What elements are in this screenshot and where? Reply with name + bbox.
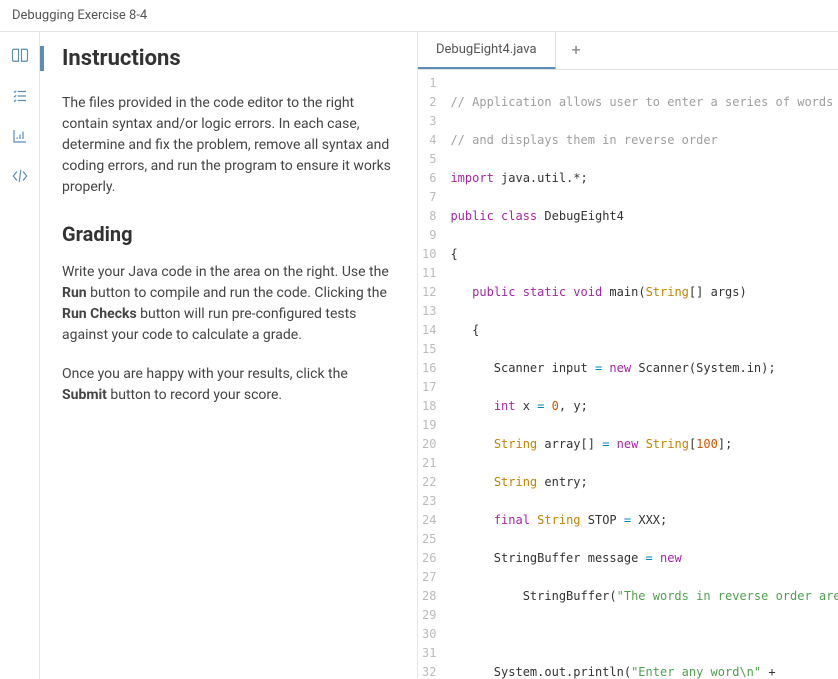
grading-para1: Write your Java code in the area on the … (62, 262, 395, 346)
tab-add[interactable]: + (556, 32, 597, 69)
checklist-icon[interactable] (10, 86, 30, 106)
editor-panel: DebugEight4.java + 123456789101112131415… (418, 32, 838, 679)
sidebar (0, 32, 40, 679)
title-bar: Debugging Exercise 8-4 (0, 0, 838, 32)
chart-icon[interactable] (10, 126, 30, 146)
code-icon[interactable] (10, 166, 30, 186)
instructions-panel: Instructions The files provided in the c… (40, 32, 418, 679)
instructions-title: Instructions (62, 46, 181, 71)
exercise-title: Debugging Exercise 8-4 (12, 8, 147, 23)
instructions-para1: The files provided in the code editor to… (62, 93, 395, 198)
tab-file[interactable]: DebugEight4.java (418, 32, 556, 69)
main-layout: Instructions The files provided in the c… (0, 32, 838, 679)
instructions-header: Instructions (40, 46, 395, 71)
line-gutter: 1234567891011121314151617181920212223242… (418, 70, 450, 679)
code-editor[interactable]: 1234567891011121314151617181920212223242… (418, 70, 838, 679)
grading-para2: Once you are happy with your results, cl… (62, 364, 395, 406)
instructions-body: The files provided in the code editor to… (62, 93, 395, 406)
grading-heading: Grading (62, 222, 395, 246)
code-content[interactable]: // Application allows user to enter a se… (450, 70, 838, 679)
book-icon[interactable] (10, 46, 30, 66)
editor-tabs: DebugEight4.java + (418, 32, 838, 70)
